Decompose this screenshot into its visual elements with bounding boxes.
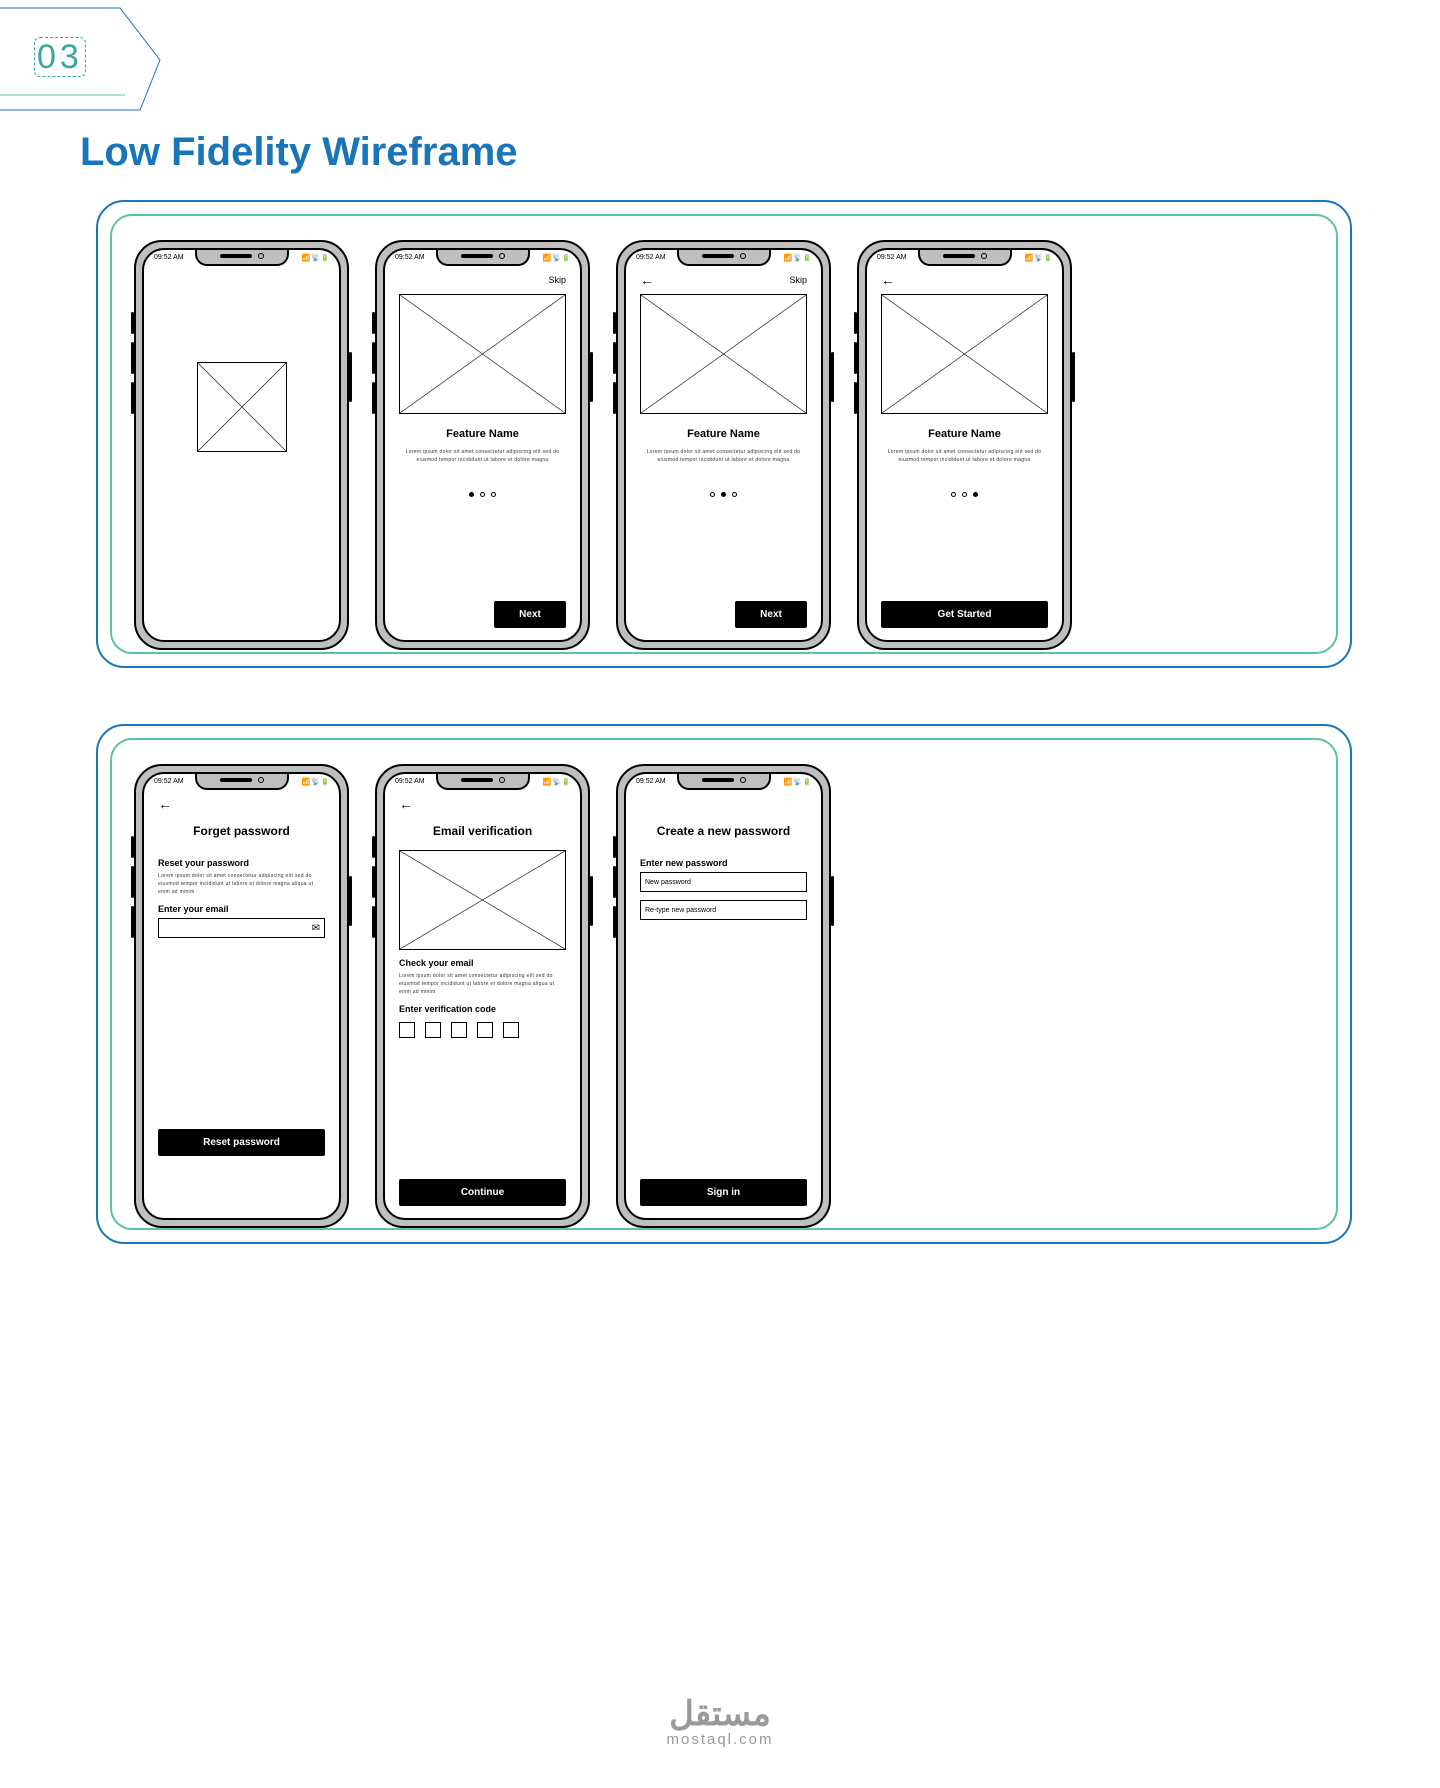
phone-splash: 09:52 AM 📶 📡 🔋 — [134, 240, 349, 650]
new-password-label: Enter new password — [640, 858, 807, 868]
wireframe-panel-onboarding: 09:52 AM 📶 📡 🔋 09:52 AM 📶 📡 🔋 Skip Featu… — [96, 200, 1352, 668]
mail-icon: ✉ — [312, 923, 320, 934]
skip-button[interactable]: Skip — [789, 275, 807, 285]
verification-image-placeholder — [399, 850, 566, 950]
back-icon[interactable]: ← — [399, 796, 413, 812]
phone-onboarding-3: 09:52 AM 📶 📡 🔋 ← Feature Name Lorem ipsu… — [857, 240, 1072, 650]
screen-title: Create a new password — [640, 824, 807, 838]
check-email-label: Check your email — [399, 958, 566, 968]
feature-image-placeholder — [399, 294, 566, 414]
reset-password-button[interactable]: Reset password — [158, 1129, 325, 1156]
next-button[interactable]: Next — [494, 601, 566, 628]
back-icon[interactable]: ← — [158, 796, 172, 812]
continue-button[interactable]: Continue — [399, 1179, 566, 1206]
feature-image-placeholder — [881, 294, 1048, 414]
email-field[interactable]: ✉ — [158, 918, 325, 938]
feature-image-placeholder — [640, 294, 807, 414]
status-time: 09:52 AM — [154, 254, 184, 261]
phone-new-password: 09:52 AM 📶 📡 🔋 Create a new password Ent… — [616, 764, 831, 1228]
screen-title: Forget password — [158, 824, 325, 838]
back-icon[interactable]: ← — [881, 272, 895, 288]
screen-title: Email verification — [399, 824, 566, 838]
back-icon[interactable]: ← — [640, 272, 654, 288]
retype-password-field[interactable]: Re-type new password — [640, 900, 807, 920]
verification-code-inputs[interactable] — [399, 1022, 566, 1038]
phone-onboarding-2: 09:52 AM 📶 📡 🔋 ←Skip Feature Name Lorem … — [616, 240, 831, 650]
new-password-field[interactable]: New password — [640, 872, 807, 892]
code-label: Enter verification code — [399, 1004, 566, 1014]
decorative-lines — [0, 0, 200, 120]
reset-subtitle: Reset your password — [158, 858, 325, 868]
pagination-dots — [399, 492, 566, 497]
next-button[interactable]: Next — [735, 601, 807, 628]
skip-button[interactable]: Skip — [548, 275, 566, 285]
phone-onboarding-1: 09:52 AM 📶 📡 🔋 Skip Feature Name Lorem i… — [375, 240, 590, 650]
get-started-button[interactable]: Get Started — [881, 601, 1048, 628]
page-title: Low Fidelity Wireframe — [80, 130, 518, 175]
mostaql-logo: مستقل mostaql.com — [666, 1697, 773, 1748]
feature-description: Lorem ipsum dolor sit amet consectetur a… — [399, 448, 566, 464]
phone-forgot-password: 09:52 AM 📶 📡 🔋 ← Forget password Reset y… — [134, 764, 349, 1228]
status-icons: 📶 📡 🔋 — [301, 254, 329, 262]
reset-description: Lorem ipsum dolor sit amet consectetur a… — [158, 872, 325, 896]
logo-placeholder — [197, 362, 287, 452]
wireframe-panel-auth: 09:52 AM 📶 📡 🔋 ← Forget password Reset y… — [96, 724, 1352, 1244]
phone-email-verification: 09:52 AM 📶 📡 🔋 ← Email verification Chec… — [375, 764, 590, 1228]
feature-title: Feature Name — [399, 428, 566, 440]
signin-button[interactable]: Sign in — [640, 1179, 807, 1206]
email-label: Enter your email — [158, 904, 325, 914]
